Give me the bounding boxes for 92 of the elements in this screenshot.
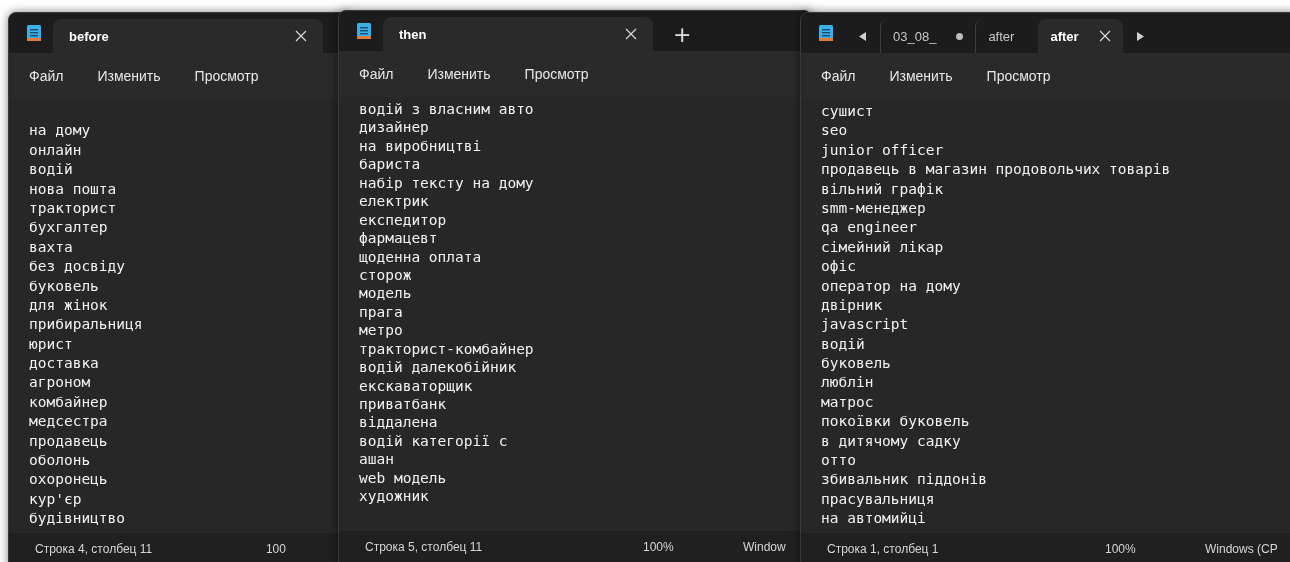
text-line: щоденна оплата [359, 247, 482, 266]
text-line: javascript [821, 315, 909, 335]
text-line: модель [359, 284, 412, 303]
text-line: web модель [359, 468, 447, 488]
text-line: електрик [359, 192, 429, 211]
text-line: нова пошта [29, 179, 117, 199]
text-line: тракторист-комбайнер [359, 339, 534, 359]
text-line: прибиральниця [29, 315, 143, 335]
close-icon[interactable] [625, 28, 637, 40]
text-line: сімейний лікар [821, 237, 944, 257]
notepad-icon [357, 22, 371, 40]
text-line: метро [359, 321, 403, 340]
text-line: буковель [29, 276, 99, 296]
text-line: бухгалтер [29, 218, 108, 238]
text-line: медсестра [29, 412, 108, 432]
text-line: продавець в магазин продовольчих товарів [821, 160, 1171, 180]
zoom-level: 100% [643, 540, 675, 554]
text-line: буковель [821, 354, 891, 374]
cursor-position: Строка 4, столбец 11 [35, 542, 154, 556]
menu-item[interactable]: Файл [809, 62, 868, 90]
zoom-level: 100% [1105, 542, 1137, 556]
text-line: отто [821, 451, 856, 471]
text-line: онлайн [29, 140, 82, 160]
text-line: фармацевт [359, 229, 438, 248]
menu-item[interactable]: Просмотр [182, 62, 271, 90]
text-line: junior officer [821, 140, 944, 160]
text-line: набір тексту на дому [359, 173, 534, 193]
text-line: бариста [359, 155, 421, 174]
text-line: для жінок [29, 295, 108, 315]
text-line: експедитор [359, 210, 447, 230]
text-line: вільний графік [821, 179, 944, 199]
text-line: на дому [29, 121, 91, 141]
menu-item[interactable]: Файл [347, 60, 406, 88]
text-line: кур'єр [29, 489, 82, 509]
text-line: юрист [29, 334, 73, 354]
text-line: без досвіду [29, 257, 126, 277]
menu-item[interactable]: Просмотр [512, 60, 601, 88]
menu-item[interactable]: Просмотр [974, 62, 1063, 90]
text-line: в дитячому садку [821, 431, 961, 451]
text-line: люблін [821, 373, 874, 393]
notepad-icon [819, 24, 833, 42]
menu-item[interactable]: Изменить [415, 60, 503, 88]
text-line: водій категорії с [359, 431, 508, 451]
close-icon[interactable] [295, 30, 307, 42]
text-line: seo [821, 121, 848, 141]
text-line: водій з власним авто [359, 100, 534, 119]
text-line: водій [821, 334, 865, 354]
text-line: дизайнер [359, 118, 429, 137]
text-line: будівництво [29, 509, 126, 529]
text-line: доставка [29, 354, 99, 374]
text-line: на виробництві [359, 136, 482, 156]
tab[interactable]: after [1038, 19, 1123, 53]
text-line: художник [359, 487, 429, 506]
tab[interactable]: before [53, 19, 323, 53]
text-line: екскаваторщик [359, 376, 473, 395]
text-line: на автомийці [821, 509, 926, 529]
text-line: охоронець [29, 470, 108, 490]
text-line: водій [29, 160, 73, 180]
text-line: офіс [821, 257, 856, 277]
text-line: матрос [821, 392, 874, 412]
tab[interactable]: then [383, 17, 653, 51]
text-line: комбайнер [29, 392, 108, 412]
text-line: прасувальниця [821, 489, 935, 509]
text-line: оболонь [29, 451, 91, 471]
cursor-position: Строка 5, столбец 11 [365, 540, 484, 554]
text-line: агроном [29, 373, 91, 393]
text-line: сушист [821, 102, 874, 121]
new-tab-button[interactable]: + [659, 17, 706, 51]
notepad-icon [27, 24, 41, 42]
text-line: smm-менеджер [821, 198, 926, 218]
menu-item[interactable]: Файл [17, 62, 76, 90]
text-line: тракторист [29, 198, 117, 218]
text-line: приватбанк [359, 395, 447, 414]
encoding-label: Window [743, 540, 786, 554]
text-line: продавець [29, 431, 108, 451]
text-line: водій далекобійник [359, 358, 517, 377]
cursor-position: Строка 1, столбец 1 [827, 542, 940, 556]
text-line: двірник [821, 295, 883, 315]
close-icon[interactable] [1098, 30, 1111, 42]
menu-item[interactable]: Изменить [877, 62, 965, 90]
text-line: оператор на дому [821, 276, 961, 296]
text-line: сторож [359, 265, 412, 285]
text-line: ашан [359, 450, 394, 469]
text-line: збивальник піддонів [821, 470, 987, 490]
text-line: віддалена [359, 413, 438, 432]
zoom-level: 100 [265, 542, 287, 556]
text-line: покоївки буковель [821, 412, 970, 432]
text-line: прага [359, 302, 403, 322]
menu-item[interactable]: Изменить [85, 62, 173, 90]
text-line: qa engineer [821, 218, 918, 238]
text-line: вахта [29, 237, 73, 257]
encoding-label: Windows (CP [1205, 542, 1278, 556]
